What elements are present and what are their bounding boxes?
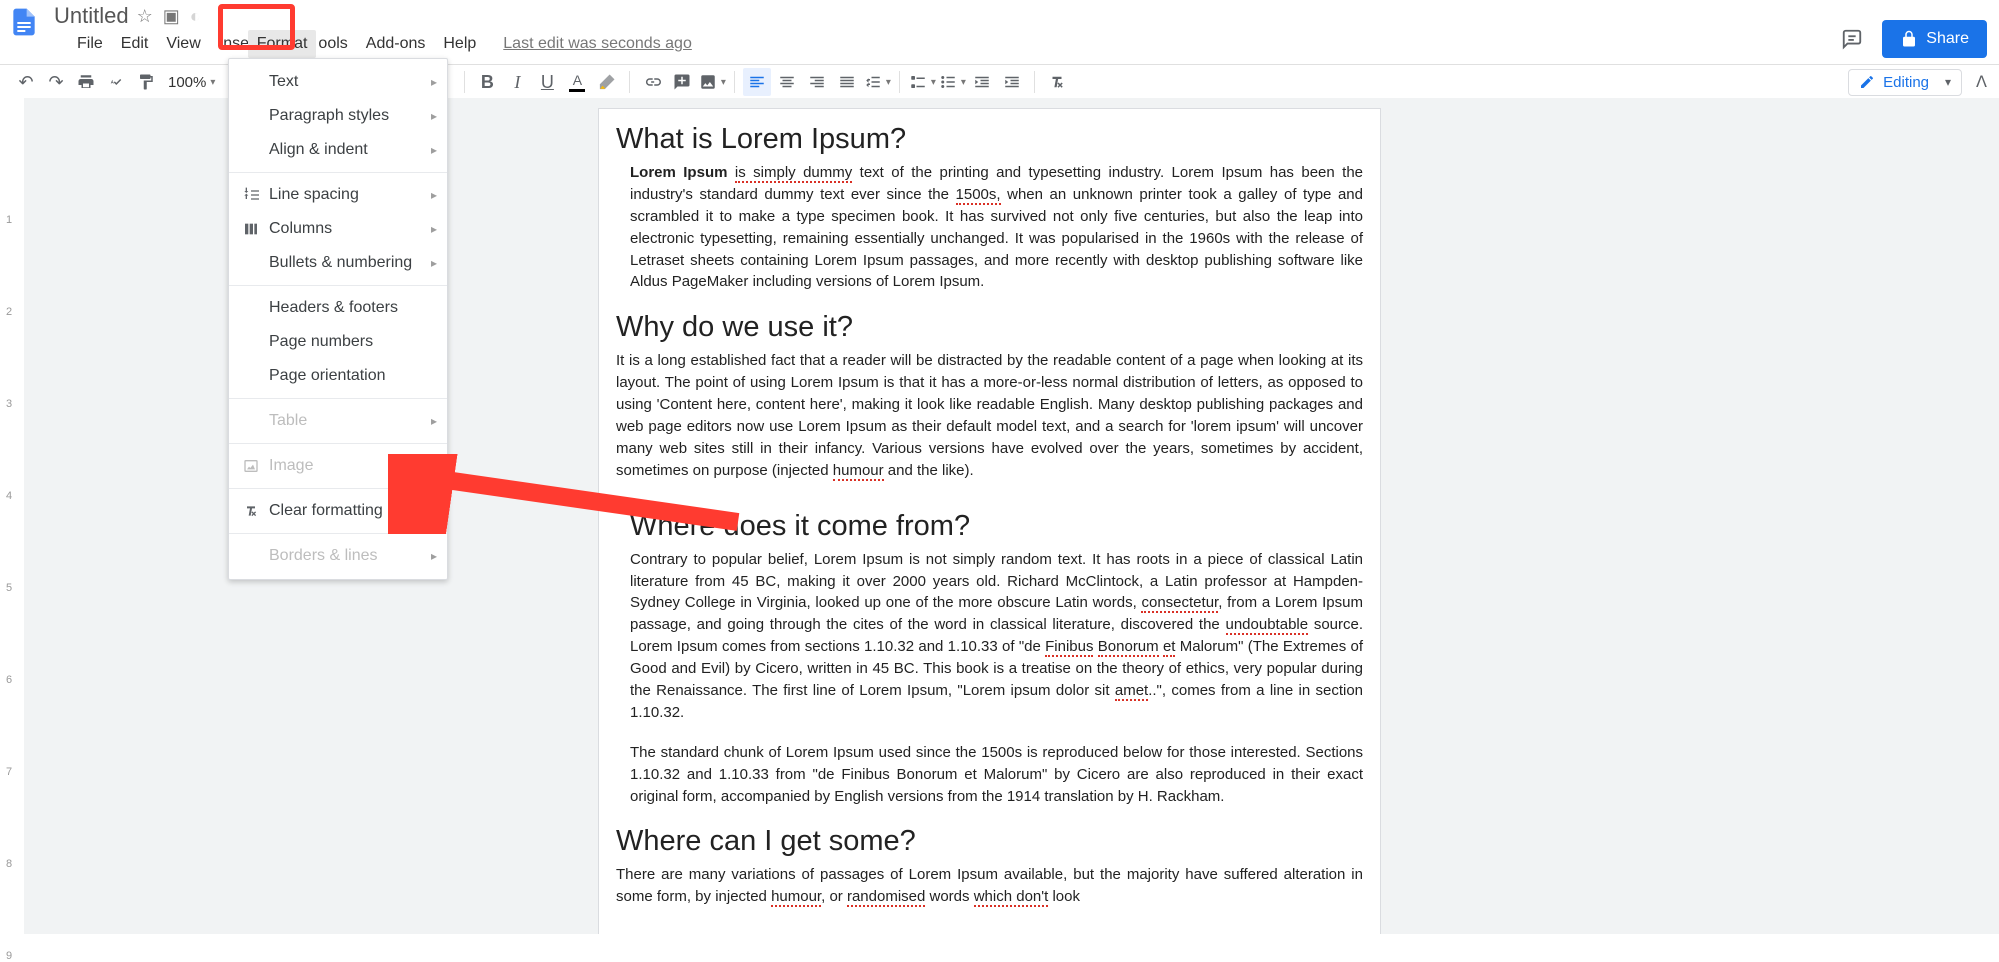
menu-file[interactable]: File bbox=[68, 30, 112, 58]
paint-format-button[interactable] bbox=[132, 68, 160, 96]
checklist-button[interactable] bbox=[908, 68, 936, 96]
menu-edit[interactable]: Edit bbox=[112, 30, 158, 58]
decrease-indent-button[interactable] bbox=[968, 68, 996, 96]
format-menu-bullets-numbering[interactable]: Bullets & numbering▸ bbox=[229, 246, 447, 280]
format-menu-columns[interactable]: Columns▸ bbox=[229, 212, 447, 246]
align-center-button[interactable] bbox=[773, 68, 801, 96]
format-menu-clear-formatting[interactable]: Clear formatting bbox=[229, 494, 447, 528]
star-icon[interactable]: ☆ bbox=[137, 6, 153, 27]
format-menu-text[interactable]: Text▸ bbox=[229, 65, 447, 99]
line-spacing-button[interactable] bbox=[863, 68, 891, 96]
move-folder-icon[interactable]: ▣ bbox=[163, 6, 180, 27]
menu-bar: File Edit View Insert Format ools Add-on… bbox=[0, 30, 1999, 58]
last-edit-link[interactable]: Last edit was seconds ago bbox=[503, 35, 692, 53]
align-left-button[interactable] bbox=[743, 68, 771, 96]
paragraph-5[interactable]: There are many variations of passages of… bbox=[616, 864, 1363, 908]
highlight-button[interactable] bbox=[593, 68, 621, 96]
text-color-button[interactable]: A bbox=[563, 68, 591, 96]
annotation-highlight bbox=[218, 4, 295, 50]
menu-addons[interactable]: Add-ons bbox=[357, 30, 435, 58]
paragraph-1[interactable]: Lorem Ipsum is simply dummy text of the … bbox=[630, 162, 1363, 293]
share-label: Share bbox=[1926, 30, 1969, 48]
docs-logo-icon[interactable] bbox=[8, 0, 40, 44]
bulleted-list-button[interactable] bbox=[938, 68, 966, 96]
paragraph-4[interactable]: The standard chunk of Lorem Ipsum used s… bbox=[630, 742, 1363, 808]
menu-tools[interactable]: ools bbox=[316, 30, 356, 58]
format-menu-page-orientation[interactable]: Page orientation bbox=[229, 359, 447, 393]
insert-link-button[interactable] bbox=[638, 68, 666, 96]
format-menu-headers-footers[interactable]: Headers & footers bbox=[229, 291, 447, 325]
format-menu-table: Table▸ bbox=[229, 404, 447, 438]
paragraph-2[interactable]: It is a long established fact that a rea… bbox=[616, 350, 1363, 481]
format-menu-align-indent[interactable]: Align & indent▸ bbox=[229, 133, 447, 167]
italic-button[interactable]: I bbox=[503, 68, 531, 96]
document-title[interactable]: Untitled bbox=[54, 3, 129, 29]
ruler-vertical[interactable]: 123456789 bbox=[0, 98, 24, 934]
share-button[interactable]: Share bbox=[1882, 20, 1987, 58]
insert-comment-button[interactable] bbox=[668, 68, 696, 96]
format-menu-borders-lines: Borders & lines▸ bbox=[229, 539, 447, 573]
align-right-button[interactable] bbox=[803, 68, 831, 96]
paragraph-3[interactable]: Contrary to popular belief, Lorem Ipsum … bbox=[630, 549, 1363, 724]
cloud-icon[interactable]: ◐ bbox=[190, 6, 201, 27]
redo-button[interactable]: ↷ bbox=[42, 68, 70, 96]
spellcheck-button[interactable] bbox=[102, 68, 130, 96]
pencil-icon bbox=[1859, 74, 1875, 90]
heading-1[interactable]: What is Lorem Ipsum? bbox=[616, 123, 1363, 156]
heading-2[interactable]: Why do we use it? bbox=[616, 311, 1363, 344]
clear-formatting-button[interactable] bbox=[1043, 68, 1071, 96]
comments-icon[interactable] bbox=[1838, 25, 1866, 53]
undo-button[interactable]: ↶ bbox=[12, 68, 40, 96]
lock-icon bbox=[1900, 30, 1918, 48]
format-menu-page-numbers[interactable]: Page numbers bbox=[229, 325, 447, 359]
document-page[interactable]: What is Lorem Ipsum? Lorem Ipsum is simp… bbox=[598, 108, 1381, 934]
underline-button[interactable]: U bbox=[533, 68, 561, 96]
heading-4[interactable]: Where can I get some? bbox=[616, 825, 1363, 858]
print-button[interactable] bbox=[72, 68, 100, 96]
title-bar: Untitled ☆ ▣ ◐ bbox=[0, 0, 1999, 30]
increase-indent-button[interactable] bbox=[998, 68, 1026, 96]
format-menu-line-spacing[interactable]: Line spacing▸ bbox=[229, 178, 447, 212]
format-menu-image: Image▸ bbox=[229, 449, 447, 483]
menu-help[interactable]: Help bbox=[434, 30, 485, 58]
format-dropdown: Text▸Paragraph styles▸Align & indent▸ Lin… bbox=[228, 58, 448, 580]
editing-mode-button[interactable]: Editing ▾ bbox=[1848, 69, 1962, 96]
zoom-select[interactable]: 100% bbox=[162, 69, 221, 95]
insert-image-button[interactable] bbox=[698, 68, 726, 96]
collapse-toolbar-button[interactable]: ᐱ bbox=[1976, 72, 1987, 92]
heading-3[interactable]: Where does it come from? bbox=[630, 510, 1363, 543]
align-justify-button[interactable] bbox=[833, 68, 861, 96]
menu-view[interactable]: View bbox=[157, 30, 209, 58]
bold-button[interactable]: B bbox=[473, 68, 501, 96]
format-menu-paragraph-styles[interactable]: Paragraph styles▸ bbox=[229, 99, 447, 133]
